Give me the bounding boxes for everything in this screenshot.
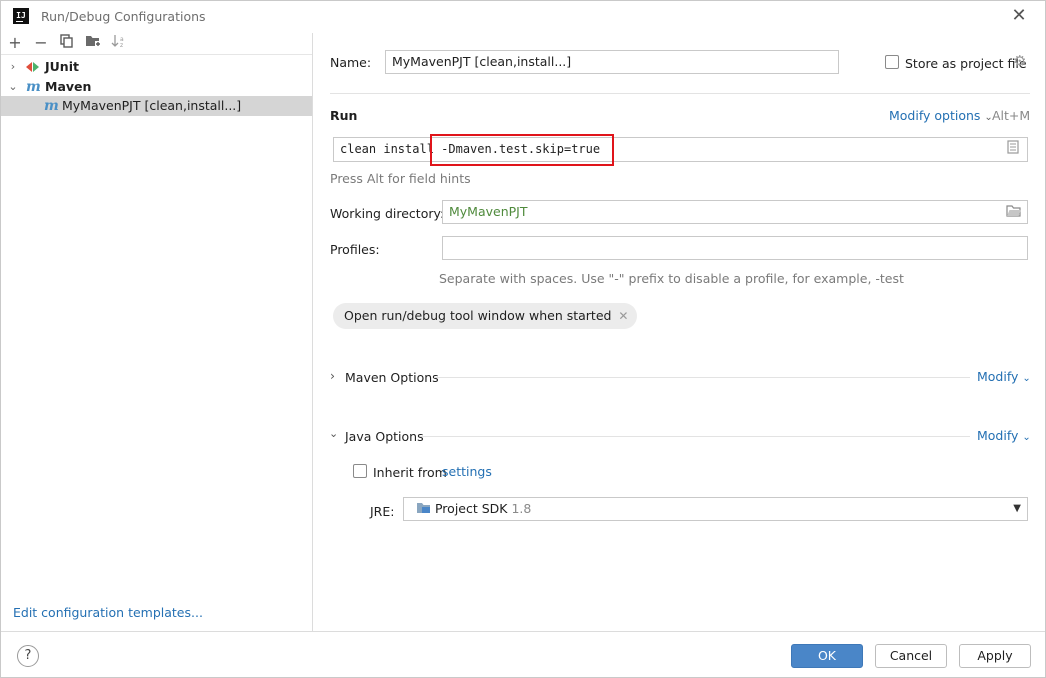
working-directory-field[interactable]: MyMavenPJT — [442, 200, 1028, 224]
jre-dropdown[interactable]: Project SDK 1.8 ▼ — [403, 497, 1028, 521]
profiles-label: Profiles: — [330, 242, 380, 257]
tree-item-label: MyMavenPJT [clean,install...] — [62, 98, 242, 113]
modify-label: Modify — [977, 428, 1019, 443]
profiles-field[interactable] — [442, 236, 1028, 260]
modify-options-link[interactable]: Modify options ⌄ — [889, 108, 993, 123]
chip-label: Open run/debug tool window when started — [344, 308, 612, 323]
java-options-modify-link[interactable]: Modify ⌄ — [977, 428, 1031, 443]
maven-options-title[interactable]: Maven Options — [345, 370, 439, 385]
divider — [434, 377, 970, 378]
settings-link[interactable]: settings — [442, 464, 492, 479]
expand-field-icon[interactable] — [1007, 140, 1019, 158]
java-options-title[interactable]: Java Options — [345, 429, 424, 444]
inherit-from-label: Inherit from — [373, 465, 447, 480]
jre-version: 1.8 — [511, 501, 532, 516]
field-hint-text: Press Alt for field hints — [330, 171, 471, 186]
dropdown-arrow-icon[interactable]: ▼ — [1013, 498, 1021, 520]
chevron-down-icon[interactable]: ⌄ — [329, 427, 338, 440]
dialog-footer: ? OK Cancel Apply — [1, 631, 1045, 677]
junit-icon — [26, 60, 40, 74]
folder-add-icon[interactable] — [84, 34, 102, 52]
name-label: Name: — [330, 55, 372, 70]
title-bar: IJ Run/Debug Configurations ✕ — [1, 1, 1045, 33]
command-highlight: -Dmaven.test.skip=true — [441, 142, 601, 156]
chevron-down-icon: ⌄ — [1022, 373, 1031, 384]
chevron-right-icon[interactable]: › — [7, 57, 19, 77]
cancel-button[interactable]: Cancel — [875, 644, 947, 668]
tree-item-label: Maven — [45, 79, 92, 94]
profiles-hint: Separate with spaces. Use "-" prefix to … — [439, 271, 904, 286]
help-button[interactable]: ? — [17, 645, 39, 667]
divider — [330, 93, 1030, 94]
tree-item-mymavenpjt[interactable]: m MyMavenPJT [clean,install...] — [1, 96, 312, 116]
modify-options-label: Modify options — [889, 108, 981, 123]
command-prefix: clean install — [340, 142, 442, 156]
jre-label: JRE: — [370, 504, 395, 519]
plus-icon[interactable]: + — [6, 34, 24, 52]
name-field[interactable]: MyMavenPJT [clean,install...] — [385, 50, 839, 74]
tree-item-label: JUnit — [45, 59, 79, 74]
close-icon[interactable]: ✕ — [618, 303, 628, 329]
store-project-file-checkbox[interactable] — [885, 55, 899, 69]
tree-item-maven[interactable]: ⌄ m Maven — [1, 77, 312, 97]
maven-icon: m — [26, 79, 41, 95]
run-section-title: Run — [330, 108, 358, 123]
store-project-file-label: Store as project file — [905, 56, 1027, 71]
intellij-logo-icon: IJ — [13, 8, 29, 24]
edit-templates-link[interactable]: Edit configuration templates... — [13, 605, 203, 620]
modify-options-shortcut: Alt+M — [992, 108, 1031, 123]
chevron-right-icon[interactable]: › — [330, 368, 335, 383]
modify-label: Modify — [977, 369, 1019, 384]
configurations-toolbar: + − az — [1, 33, 312, 55]
configuration-editor: Name: MyMavenPJT [clean,install...] Stor… — [314, 33, 1045, 631]
maven-icon: m — [44, 98, 59, 114]
command-line-field[interactable]: clean install -Dmaven.test.skip=true — [333, 137, 1028, 162]
folder-icon[interactable] — [1006, 204, 1022, 221]
divider — [420, 436, 970, 437]
svg-text:z: z — [120, 42, 123, 48]
ok-button[interactable]: OK — [791, 644, 863, 668]
minus-icon[interactable]: − — [32, 34, 50, 52]
close-icon[interactable]: ✕ — [1009, 6, 1029, 26]
inherit-settings-checkbox[interactable] — [353, 464, 367, 478]
copy-icon[interactable] — [58, 34, 76, 52]
chevron-down-icon: ⌄ — [1022, 432, 1031, 443]
sdk-icon — [416, 499, 431, 513]
configurations-panel: + − az › JUnit ⌄ m Maven m MyMavenPJT [c… — [1, 33, 313, 631]
option-chip[interactable]: Open run/debug tool window when started … — [333, 303, 638, 329]
tree-item-junit[interactable]: › JUnit — [1, 57, 312, 77]
window-title: Run/Debug Configurations — [41, 9, 206, 24]
maven-options-modify-link[interactable]: Modify ⌄ — [977, 369, 1031, 384]
chevron-down-icon[interactable]: ⌄ — [7, 77, 19, 97]
gear-icon[interactable]: ⚙ — [1013, 52, 1026, 70]
apply-button[interactable]: Apply — [959, 644, 1031, 668]
sort-icon[interactable]: az — [110, 34, 128, 52]
jre-value: Project SDK — [434, 501, 508, 516]
working-directory-label: Working directory: — [330, 206, 445, 221]
run-debug-dialog: IJ Run/Debug Configurations ✕ + − az › J… — [0, 0, 1046, 678]
